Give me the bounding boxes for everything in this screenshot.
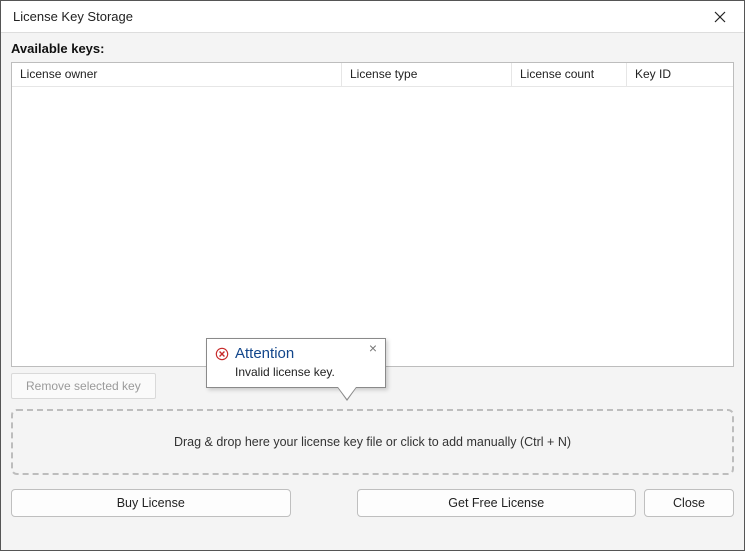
attention-popup: × Attention Invalid license key. xyxy=(206,338,386,388)
popup-header: Attention xyxy=(215,345,377,362)
titlebar: License Key Storage xyxy=(1,1,744,33)
buy-license-button[interactable]: Buy License xyxy=(11,489,291,517)
get-free-license-button[interactable]: Get Free License xyxy=(357,489,637,517)
table-header: License owner License type License count… xyxy=(12,63,733,87)
button-spacer xyxy=(299,489,349,517)
column-license-owner[interactable]: License owner xyxy=(12,63,342,87)
close-button[interactable]: Close xyxy=(644,489,734,517)
dropzone-text: Drag & drop here your license key file o… xyxy=(174,435,571,449)
close-icon[interactable] xyxy=(704,3,736,31)
popup-arrow xyxy=(337,387,357,401)
popup-message: Invalid license key. xyxy=(235,365,377,379)
available-keys-label: Available keys: xyxy=(11,41,734,56)
table-body-empty[interactable] xyxy=(12,87,733,366)
license-keys-table[interactable]: License owner License type License count… xyxy=(11,62,734,367)
popup-title: Attention xyxy=(235,345,294,362)
window-title: License Key Storage xyxy=(13,9,133,24)
column-license-type[interactable]: License type xyxy=(342,63,512,87)
content-area: Available keys: License owner License ty… xyxy=(1,33,744,550)
error-icon xyxy=(215,347,229,361)
popup-close-icon[interactable]: × xyxy=(366,342,380,356)
bottom-button-row: Buy License Get Free License Close xyxy=(11,489,734,517)
remove-selected-key-button: Remove selected key xyxy=(11,373,156,399)
column-license-count[interactable]: License count xyxy=(512,63,627,87)
column-key-id[interactable]: Key ID xyxy=(627,63,733,87)
license-dropzone[interactable]: Drag & drop here your license key file o… xyxy=(11,409,734,475)
